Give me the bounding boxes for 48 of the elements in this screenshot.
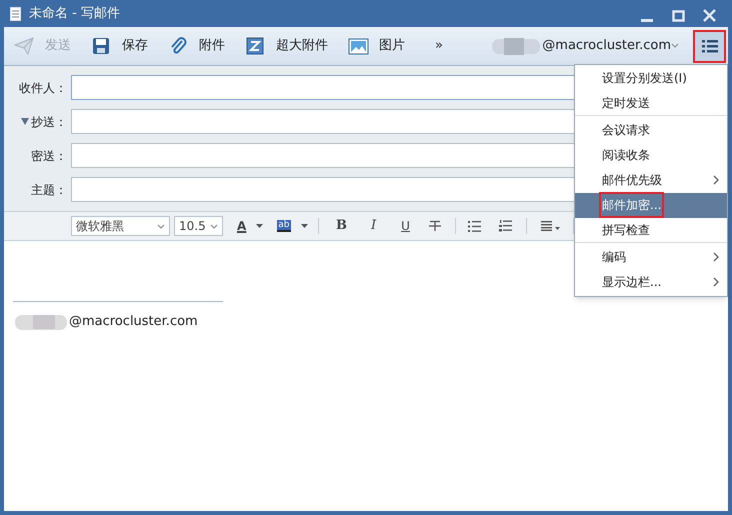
menu-item[interactable]: 阅读收条	[575, 143, 727, 168]
menu-item[interactable]: 会议请求	[575, 118, 727, 143]
blurred-name-drawing	[490, 36, 542, 56]
toolbar-button[interactable]: 图片	[348, 36, 405, 56]
letter-z-icon	[245, 36, 266, 56]
send-icon	[14, 36, 35, 56]
close-icon[interactable]	[703, 9, 716, 22]
bold-button[interactable]: B	[330, 216, 353, 236]
chevron-icon	[210, 224, 218, 228]
toolbar-button[interactable]: 附件	[168, 36, 225, 56]
menu-item[interactable]: 拼写检查	[575, 218, 727, 243]
caret-icon	[671, 43, 679, 49]
document-icon	[10, 6, 21, 20]
italic-button[interactable]: I	[362, 216, 385, 236]
toolbar-button[interactable]: 超大附件	[245, 36, 328, 56]
field-label: 密送：	[31, 148, 67, 164]
size-select[interactable]: 10.5	[174, 216, 223, 236]
dropdown-arrow-icon[interactable]	[256, 224, 264, 228]
picture-icon	[348, 36, 369, 56]
menu-item[interactable]: 定时发送	[575, 91, 727, 116]
underline-button[interactable]: U	[394, 217, 417, 235]
blurred-name-drawing	[13, 312, 69, 332]
dropdown-arrow-icon[interactable]	[300, 224, 308, 228]
font-select[interactable]: 微软雅黑	[71, 216, 170, 236]
window-title: 未命名 - 写邮件	[29, 4, 120, 23]
maximize-icon[interactable]	[672, 10, 685, 22]
expand-arrow-icon[interactable]	[21, 118, 29, 125]
menu-item[interactable]: 邮件加密...	[575, 193, 727, 218]
account-selector[interactable]: @macrocluster.com	[490, 36, 679, 56]
field-label: 收件人：	[19, 80, 67, 96]
signature-text: @macrocluster.com	[69, 313, 198, 332]
numbered-list-icon[interactable]	[498, 220, 512, 232]
align-icon[interactable]	[540, 221, 561, 231]
field-label: 抄送：	[31, 114, 67, 130]
list-icon	[702, 39, 718, 53]
chevron-icon	[157, 224, 165, 228]
bullet-list-icon[interactable]	[468, 220, 481, 232]
highlight-button[interactable]: ab	[277, 220, 291, 232]
menu-button[interactable]	[693, 30, 726, 62]
field-label: 主题：	[31, 182, 67, 198]
strikethrough-icon[interactable]	[428, 220, 441, 232]
menu-item[interactable]: 编码	[575, 245, 727, 270]
toolbar-button[interactable]: 保存	[91, 36, 148, 56]
font-color-button[interactable]: A	[237, 217, 246, 235]
menu-item[interactable]: 设置分别发送(I)	[575, 66, 727, 91]
menu-item[interactable]: 显示边栏...	[575, 270, 727, 295]
menu-item[interactable]: 邮件优先级	[575, 168, 727, 193]
more-button[interactable]: »	[435, 36, 443, 56]
